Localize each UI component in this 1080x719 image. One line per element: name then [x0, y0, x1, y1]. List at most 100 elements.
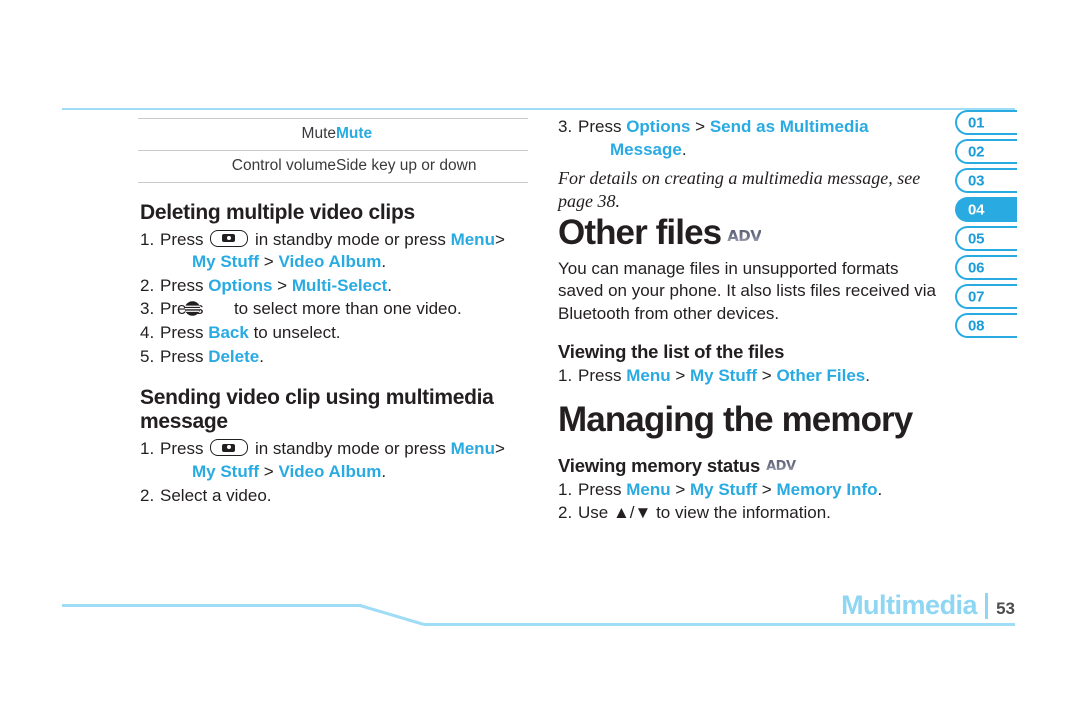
note-multimedia-message: For details on creating a multimedia mes… [558, 168, 921, 212]
list-item: 5. Press Delete. [140, 346, 530, 369]
step-link-video-album[interactable]: Video Album [278, 252, 381, 271]
step-link-menu[interactable]: Menu [451, 439, 495, 458]
step-text-pre: Use [578, 503, 609, 523]
step-separator: > [675, 479, 686, 499]
heading-viewing-list-of-files: Viewing the list of the files [558, 341, 785, 363]
step-separator: > [277, 275, 288, 295]
table-cell-value: Mute [336, 118, 528, 151]
key-function-table: Mute Mute Control volume Side key up or … [138, 118, 528, 183]
step-text-pre: Press [160, 275, 204, 295]
up-down-arrows-icon: ▲/▼ [612, 503, 652, 523]
list-item: 3. Press to select more than one video. [140, 298, 530, 321]
step-number: 1. [558, 366, 573, 386]
chapter-tab-label: 05 [968, 230, 985, 247]
step-link-multi-select[interactable]: Multi-Select [292, 276, 387, 295]
table-value-accent: Mute [336, 125, 373, 142]
chapter-tab-08[interactable]: 08 [955, 313, 1017, 338]
heading-sending-video-clip: Sending video clip using multimedia mess… [140, 386, 494, 434]
heading-managing-the-memory: Managing the memory [558, 399, 913, 439]
table-cell-key: Mute [138, 118, 336, 151]
step-separator: > [675, 366, 686, 386]
chapter-tab-label: 01 [968, 114, 985, 131]
step-link-message[interactable]: Message [610, 140, 682, 159]
list-item: 4. Press Back to unselect. [140, 322, 530, 345]
chapter-tab-07[interactable]: 07 [955, 284, 1017, 309]
chapter-tab-label: 08 [968, 317, 985, 334]
list-item: 1. Press Menu > My Stuff > Memory Info. [558, 479, 948, 502]
step-link-my-stuff[interactable]: My Stuff [192, 462, 259, 481]
step-text-post: to view the information. [656, 503, 831, 523]
step-link-my-stuff[interactable]: My Stuff [192, 252, 259, 271]
steps-viewing-list-of-files: 1. Press Menu > My Stuff > Other Files. [558, 365, 948, 388]
step-link-other-files[interactable]: Other Files [776, 366, 865, 385]
step-period: . [259, 346, 264, 366]
adv-badge-icon: ADV [766, 458, 796, 474]
step-link-video-album[interactable]: Video Album [278, 462, 381, 481]
heading-deleting-multiple-video-clips: Deleting multiple video clips [140, 200, 415, 224]
step-continuation: Message. [584, 139, 948, 162]
steps-sending-video-clip: 1. Press in standby mode or press Menu> M… [140, 438, 530, 507]
chapter-tab-label: 03 [968, 172, 985, 189]
adv-badge-icon: ADV [727, 227, 762, 246]
step-text-pre: Press [160, 229, 204, 249]
chapter-tab-04[interactable]: 04 [955, 197, 1017, 222]
step-separator: > [494, 439, 505, 459]
table-row: Mute Mute [138, 118, 528, 151]
step-text-mid: in standby mode or press [254, 229, 446, 249]
right-column: 3. Press Options > Send as Multimedia Mes… [558, 114, 948, 526]
step-period: . [381, 461, 387, 481]
step-link-menu[interactable]: Menu [451, 230, 495, 249]
footer-rule-diagonal [360, 604, 425, 626]
step-number: 2. [140, 485, 155, 505]
step-text-pre: Press [160, 323, 204, 343]
footer-section-label: Multimedia 53 [841, 590, 1015, 621]
list-item: 3. Press Options > Send as Multimedia Mes… [558, 116, 948, 161]
att-globe-icon [184, 300, 227, 317]
chapter-tab-05[interactable]: 05 [955, 226, 1017, 251]
step-separator: > [761, 479, 772, 499]
list-item: 2. Select a video. [140, 485, 530, 508]
step-number: 2. [558, 503, 573, 523]
step-link-memory-info[interactable]: Memory Info [776, 480, 877, 499]
step-number: 1. [558, 479, 573, 499]
step-separator: > [263, 461, 274, 481]
list-item: 1. Press in standby mode or press Menu> M… [140, 438, 530, 483]
list-item: 1. Press Menu > My Stuff > Other Files. [558, 365, 948, 388]
chapter-tab-label: 04 [968, 201, 985, 218]
step-link-my-stuff[interactable]: My Stuff [690, 366, 757, 385]
step-link-back[interactable]: Back [208, 323, 249, 342]
chapter-tab-03[interactable]: 03 [955, 168, 1017, 193]
footer-section-name: Multimedia [841, 590, 978, 620]
step-link-send-as-multimedia[interactable]: Send as Multimedia [710, 117, 869, 136]
step-text: Select a video. [160, 485, 272, 505]
steps-deleting-video-clips: 1. Press in standby mode or press Menu> M… [140, 229, 530, 369]
step-period: . [681, 139, 687, 159]
footer-rule-right [424, 623, 1015, 626]
step-link-menu[interactable]: Menu [626, 366, 670, 385]
step-number: 3. [558, 117, 573, 136]
step-link-delete[interactable]: Delete [208, 347, 259, 366]
step-text-pre: Press [578, 117, 622, 136]
list-item: 2. Press Options > Multi-Select. [140, 275, 530, 298]
footer-page-number: 53 [996, 599, 1015, 618]
step-text-post: to unselect. [253, 323, 341, 343]
heading-other-files: Other files ADV [558, 214, 948, 252]
step-link-menu[interactable]: Menu [626, 480, 670, 499]
heading-viewing-memory-status-text: Viewing memory status [558, 454, 761, 476]
step-link-options[interactable]: Options [208, 276, 272, 295]
chapter-tab-02[interactable]: 02 [955, 139, 1017, 164]
step-text-mid: in standby mode or press [254, 439, 446, 459]
step-number: 4. [140, 323, 155, 343]
step-number: 1. [140, 439, 155, 459]
heading-viewing-memory-status: Viewing memory status ADV [558, 455, 948, 477]
step-link-options[interactable]: Options [626, 117, 690, 136]
chapter-tab-label: 07 [968, 288, 985, 305]
step-text-pre: Press [578, 479, 622, 499]
step-link-my-stuff[interactable]: My Stuff [690, 480, 757, 499]
step-number: 2. [140, 275, 155, 295]
chapter-tab-06[interactable]: 06 [955, 255, 1017, 280]
list-item: 1. Press in standby mode or press Menu> M… [140, 229, 530, 274]
chapter-tab-01[interactable]: 01 [955, 110, 1017, 135]
step-text-pre: Press [160, 439, 204, 459]
table-cell-key: Control volume [138, 150, 336, 183]
